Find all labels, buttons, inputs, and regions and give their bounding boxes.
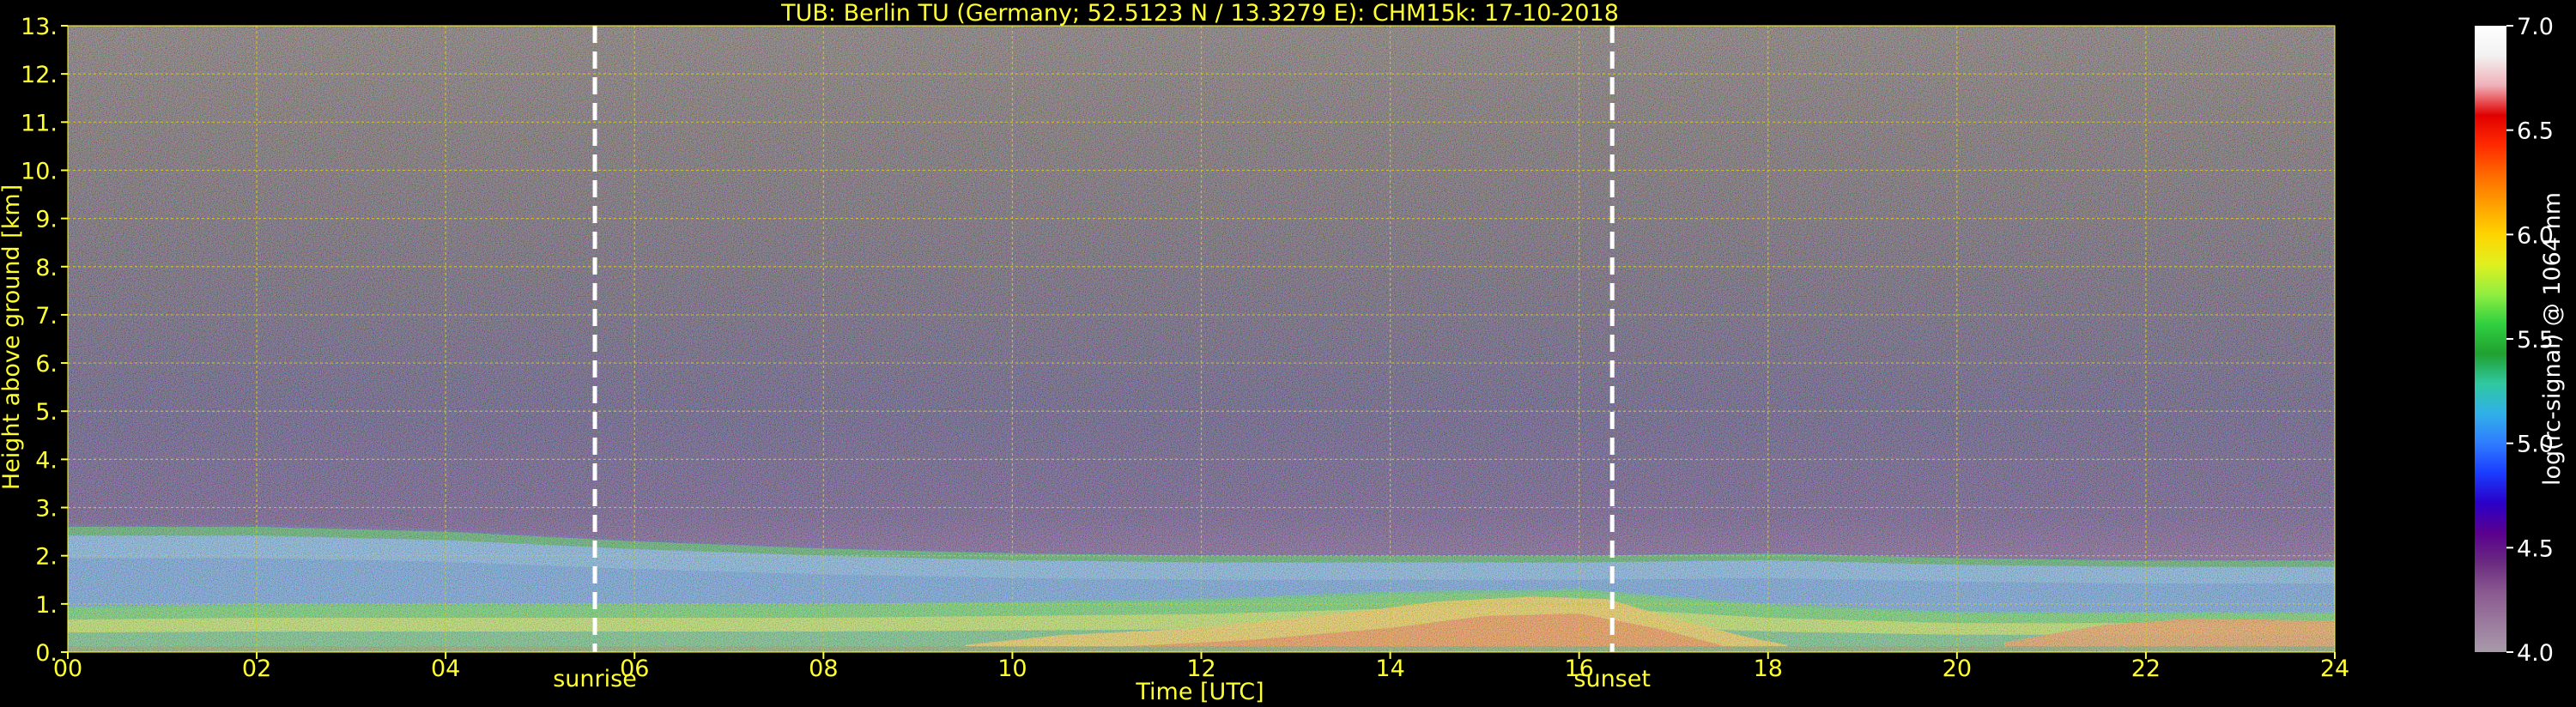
- x-tick-label: 24: [2320, 656, 2349, 682]
- y-tick-label: 8.: [35, 255, 58, 281]
- x-tick-label: 18: [1754, 656, 1783, 682]
- chart-title: TUB: Berlin TU (Germany; 52.5123 N / 13.…: [780, 0, 1619, 27]
- x-tick-label: 22: [2131, 656, 2161, 682]
- event-marker-labels: sunrise sunset: [553, 666, 1651, 692]
- y-tick-label: 6.: [35, 351, 58, 378]
- y-axis: 0. 1. 2. 3. 4. 5. 6. 7. 8. 9. 10. 11. 12. 13.: [21, 14, 68, 667]
- colorbar-tick-label: 4.0: [2517, 640, 2554, 667]
- y-tick-label: 10.: [21, 158, 58, 184]
- y-tick-label: 11.: [21, 110, 58, 136]
- x-axis-label: Time [UTC]: [1135, 679, 1264, 705]
- x-tick-label: 20: [1943, 656, 1972, 682]
- x-tick-label: 08: [809, 656, 838, 682]
- y-tick-label: 9.: [35, 207, 58, 233]
- y-tick-label: 5.: [35, 399, 58, 426]
- colorbar-tick-label: 4.5: [2517, 535, 2554, 562]
- event-marker-label: sunset: [1573, 666, 1651, 692]
- x-tick-label: 02: [242, 656, 271, 682]
- chart: TUB: Berlin TU (Germany; 52.5123 N / 13.…: [0, 0, 2566, 705]
- plot-area: [68, 26, 2335, 652]
- event-marker-label: sunrise: [553, 666, 637, 692]
- y-tick-label: 3.: [35, 496, 58, 523]
- colorbar: 4.04.55.05.56.06.57.0 log(rc-signal) @ 1…: [2475, 14, 2566, 667]
- x-tick-label: 14: [1375, 656, 1404, 682]
- y-tick-label: 13.: [21, 14, 58, 40]
- x-tick-label: 04: [431, 656, 460, 682]
- y-tick-label: 0.: [35, 640, 58, 667]
- y-tick-label: 4.: [35, 447, 58, 474]
- y-tick-label: 12.: [21, 62, 58, 88]
- y-tick-label: 2.: [35, 544, 58, 571]
- y-axis-label: Height above ground [km]: [0, 184, 25, 490]
- x-axis: 00 02 04 06 08 10 12 14 16 18 20 22 24: [53, 652, 2349, 682]
- y-tick-label: 7.: [35, 303, 58, 329]
- colorbar-tick-label: 7.0: [2517, 14, 2554, 40]
- colorbar-label: log(rc-signal) @ 1064 nm: [2539, 192, 2566, 486]
- colorbar-tick-label: 6.5: [2517, 118, 2554, 145]
- y-tick-label: 1.: [35, 592, 58, 619]
- colorbar-scale: [2475, 26, 2506, 652]
- x-tick-label: 10: [997, 656, 1027, 682]
